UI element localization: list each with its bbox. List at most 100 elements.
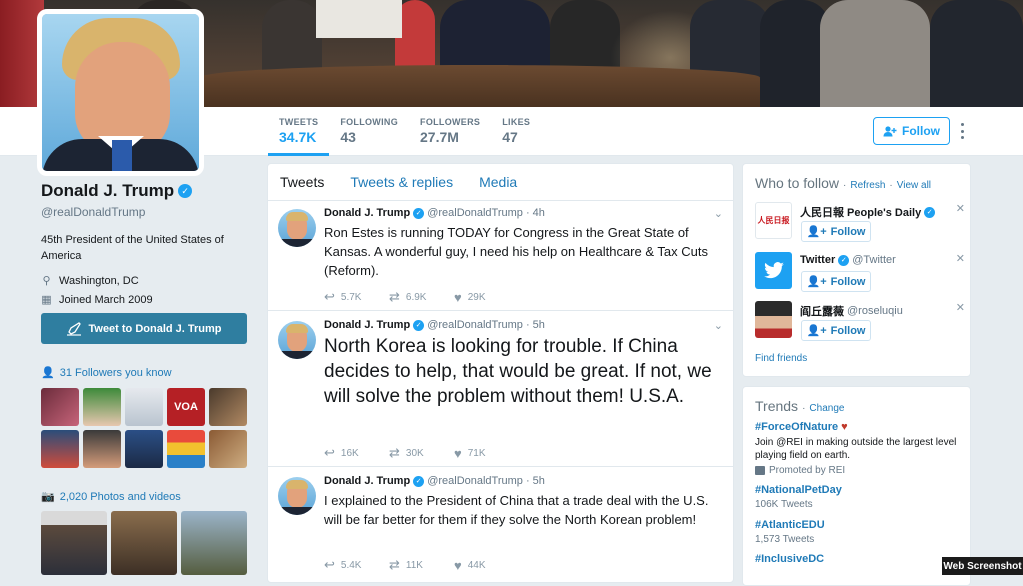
tweet-author[interactable]: Donald J. Trump — [324, 475, 410, 487]
like-button[interactable]: ♥ 29K — [454, 289, 519, 305]
tweet-header: Donald J. Trump ✓ @realDonaldTrump · 5h — [324, 319, 545, 331]
tweet[interactable]: Donald J. Trump ✓ @realDonaldTrump · 4h … — [268, 201, 733, 311]
find-friends-link[interactable]: Find friends — [755, 353, 807, 364]
follower-avatar[interactable] — [41, 388, 79, 426]
tweet-text: Ron Estes is running TODAY for Congress … — [324, 225, 708, 278]
like-button[interactable]: ♥ 44K — [454, 557, 519, 573]
media-thumbnail[interactable] — [181, 511, 247, 575]
media-thumbnail[interactable] — [41, 511, 107, 575]
profile-avatar[interactable] — [37, 9, 204, 176]
tweet-avatar[interactable] — [278, 209, 316, 247]
tab-media[interactable]: Media — [479, 174, 517, 190]
tweet[interactable]: Donald J. Trump ✓ @realDonaldTrump · 5h … — [268, 469, 733, 584]
media-thumbnail[interactable] — [111, 511, 177, 575]
follow-button[interactable]: 👤+ Follow — [801, 320, 871, 341]
trend-tag[interactable]: #NationalPetDay — [755, 484, 965, 496]
retweet-count: 30K — [405, 447, 424, 459]
suggestion-avatar[interactable] — [755, 301, 792, 338]
add-user-icon: 👤+ — [806, 276, 827, 288]
view-all-link[interactable]: View all — [897, 180, 931, 191]
tweet-author[interactable]: Donald J. Trump — [324, 319, 410, 331]
dismiss-icon[interactable]: ✕ — [956, 301, 965, 314]
suggestion-name[interactable]: Twitter — [800, 254, 835, 266]
suggestion-name[interactable]: 人民日報 People's Daily — [800, 204, 921, 220]
heart-emoji-icon: ♥ — [841, 421, 848, 433]
dismiss-icon[interactable]: ✕ — [956, 252, 965, 265]
follower-avatar[interactable] — [41, 430, 79, 468]
dismiss-icon[interactable]: ✕ — [956, 202, 965, 215]
trend-tag[interactable]: #InclusiveDC — [755, 553, 965, 565]
follower-avatar[interactable] — [209, 388, 247, 426]
reply-button[interactable]: ↩ 5.4K — [324, 557, 389, 573]
reply-icon: ↩ — [324, 445, 335, 460]
chevron-down-icon[interactable]: ⌄ — [714, 207, 723, 220]
tweet-time[interactable]: 5h — [533, 475, 545, 487]
verified-badge-icon: ✓ — [413, 207, 425, 219]
suggestion-name[interactable]: 阎丘露薇 — [800, 303, 844, 319]
stat-followers[interactable]: FOLLOWERS 27.7M — [409, 107, 491, 156]
reply-button[interactable]: ↩ 16K — [324, 445, 389, 461]
follow-button[interactable]: 👤+ Follow — [801, 271, 871, 292]
trend-item[interactable]: #InclusiveDC — [755, 553, 965, 565]
change-link[interactable]: Change — [809, 403, 844, 414]
suggestion-handle: @Twitter — [852, 254, 896, 266]
trends-title: Trends — [755, 398, 799, 414]
tweet-author[interactable]: Donald J. Trump — [324, 207, 410, 219]
trend-tag[interactable]: #AtlanticEDU — [755, 519, 965, 531]
tweet-actions: ↩ 5.4K ⇄ 11K ♥ 44K — [324, 557, 519, 573]
follower-avatar[interactable] — [125, 430, 163, 468]
tweet-to-button[interactable]: Tweet to Donald J. Trump — [41, 313, 247, 344]
compose-icon — [67, 321, 82, 336]
verified-badge-icon: ✓ — [413, 319, 425, 331]
stat-following[interactable]: FOLLOWING 43 — [329, 107, 409, 156]
reply-icon: ↩ — [324, 557, 335, 572]
tweet[interactable]: Donald J. Trump ✓ @realDonaldTrump · 5h … — [268, 313, 733, 467]
follower-avatar[interactable] — [209, 430, 247, 468]
reply-button[interactable]: ↩ 5.7K — [324, 289, 389, 305]
follower-avatar[interactable] — [167, 430, 205, 468]
timeline: Tweets Tweets & replies Media Donald J. … — [267, 163, 734, 583]
trend-description: Join @REI in making outside the largest … — [755, 437, 957, 461]
peoples-daily-logo[interactable]: 人民日报 — [755, 202, 792, 239]
trend-item[interactable]: #NationalPetDay 106K Tweets — [755, 484, 965, 510]
followers-you-know-header[interactable]: 👤 31 Followers you know — [41, 366, 172, 380]
follower-avatar[interactable] — [83, 430, 121, 468]
stat-likes[interactable]: LIKES 47 — [491, 107, 541, 156]
tweet-time[interactable]: 4h — [533, 207, 545, 219]
tweet-handle: @realDonaldTrump — [427, 319, 523, 331]
more-options-icon[interactable] — [958, 123, 966, 139]
tweet-avatar[interactable] — [278, 321, 316, 359]
stat-tweets[interactable]: TWEETS 34.7K — [268, 107, 330, 156]
photos-videos-header[interactable]: 📷 2,020 Photos and videos — [41, 490, 181, 504]
profile-location: ⚲ Washington, DC — [41, 274, 251, 288]
like-button[interactable]: ♥ 71K — [454, 445, 519, 461]
trends-header: Trends · Change — [755, 398, 845, 414]
verified-badge-icon: ✓ — [838, 254, 850, 266]
add-user-icon: 👤+ — [806, 325, 827, 337]
retweet-button[interactable]: ⇄ 11K — [389, 557, 454, 573]
location-text: Washington, DC — [59, 274, 139, 287]
trend-count: 106K Tweets — [755, 499, 813, 510]
trend-item[interactable]: #AtlanticEDU 1,573 Tweets — [755, 519, 965, 545]
tweet-time[interactable]: 5h — [533, 319, 545, 331]
reply-count: 16K — [340, 447, 359, 459]
suggestion-item: Twitter ✓ @Twitter 👤+ Follow ✕ — [755, 252, 965, 298]
tab-tweets-replies[interactable]: Tweets & replies — [350, 174, 453, 190]
reply-count: 5.4K — [340, 559, 362, 571]
retweet-button[interactable]: ⇄ 30K — [389, 445, 454, 461]
refresh-link[interactable]: Refresh — [850, 180, 885, 191]
chevron-down-icon[interactable]: ⌄ — [714, 319, 723, 332]
follower-avatar[interactable] — [125, 388, 163, 426]
tweet-avatar[interactable] — [278, 477, 316, 515]
tab-tweets[interactable]: Tweets — [280, 174, 324, 190]
stat-value: 47 — [502, 129, 518, 145]
follower-avatar[interactable] — [83, 388, 121, 426]
profile-name[interactable]: Donald J. Trump — [41, 181, 174, 201]
follow-button[interactable]: 👤+ Follow — [801, 221, 871, 242]
follower-avatar[interactable]: VOA — [167, 388, 205, 426]
follow-button[interactable]: Follow — [873, 117, 950, 145]
twitter-logo-icon[interactable] — [755, 252, 792, 289]
retweet-button[interactable]: ⇄ 6.9K — [389, 289, 454, 305]
trend-item[interactable]: #ForceOfNature ♥ Join @REI in making outs… — [755, 421, 965, 476]
trend-tag[interactable]: #ForceOfNature — [755, 421, 838, 433]
